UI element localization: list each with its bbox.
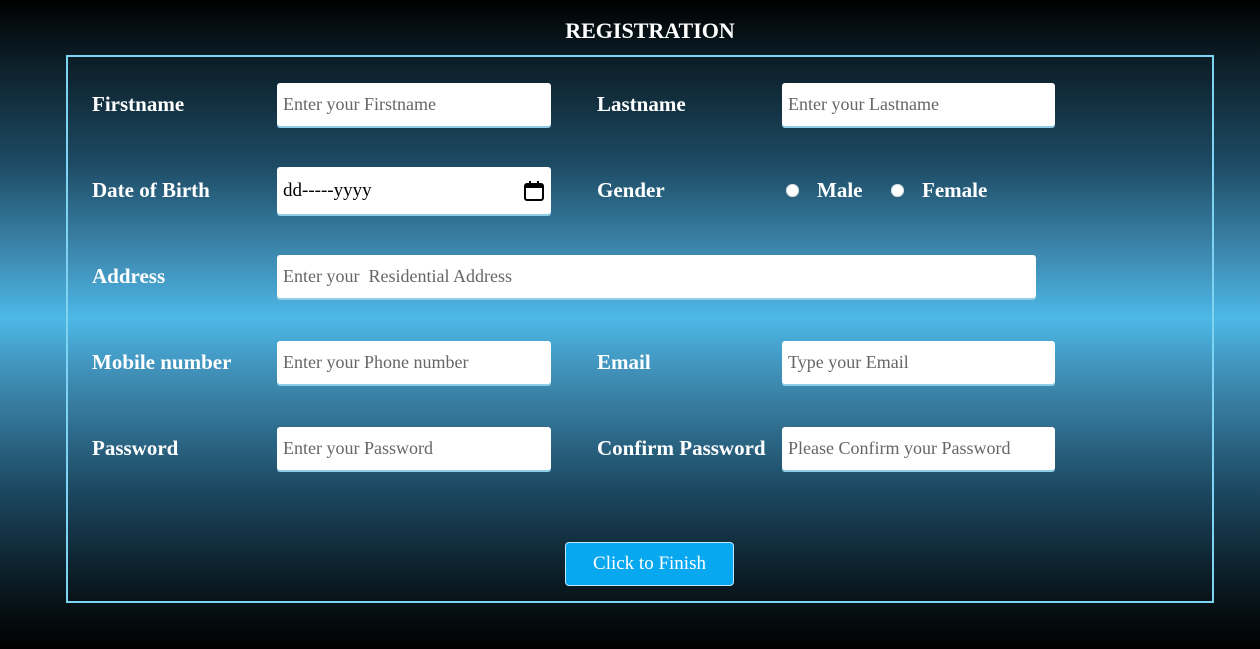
password-label: Password xyxy=(92,436,179,460)
password-input[interactable] xyxy=(277,427,551,470)
page-title: REGISTRATION xyxy=(565,18,735,43)
calendar-icon[interactable] xyxy=(523,180,545,202)
address-input[interactable] xyxy=(277,255,1036,298)
gender-female-radio[interactable] xyxy=(891,184,904,197)
lastname-label: Lastname xyxy=(597,92,686,116)
registration-form xyxy=(66,55,1214,603)
mobile-label: Mobile number xyxy=(92,350,232,374)
dob-label: Date of Birth xyxy=(92,178,210,202)
gender-label: Gender xyxy=(597,178,665,202)
gender-male-radio[interactable] xyxy=(786,184,799,197)
dob-input[interactable]: dd-----yyyy xyxy=(277,167,551,214)
address-label: Address xyxy=(92,264,166,288)
gender-male-label: Male xyxy=(817,178,863,202)
confirm-password-label: Confirm Password xyxy=(597,436,766,460)
finish-button[interactable]: Click to Finish xyxy=(565,542,734,586)
lastname-input[interactable] xyxy=(782,83,1055,126)
email-input[interactable] xyxy=(782,341,1055,384)
email-label: Email xyxy=(597,350,651,374)
dob-value: dd-----yyyy xyxy=(283,179,372,201)
mobile-input[interactable] xyxy=(277,341,551,384)
gender-female-label: Female xyxy=(922,178,988,202)
firstname-input[interactable] xyxy=(277,83,551,126)
confirm-password-input[interactable] xyxy=(782,427,1055,470)
firstname-label: Firstname xyxy=(92,92,185,116)
